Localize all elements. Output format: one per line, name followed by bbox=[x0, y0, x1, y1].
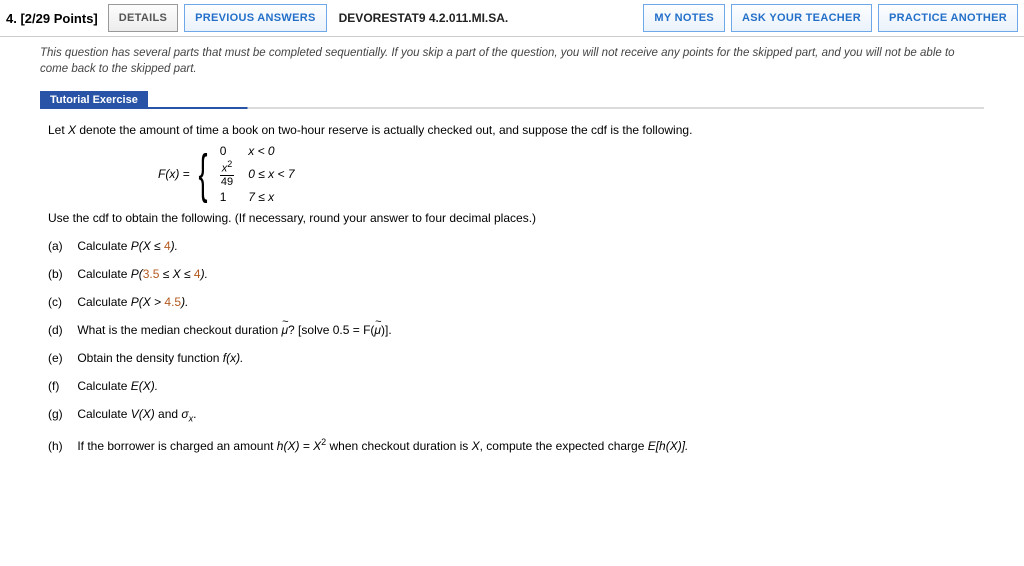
part-h: (h) If the borrower is charged an amount… bbox=[48, 437, 976, 453]
part-c: (c) Calculate P(X > 4.5). bbox=[48, 295, 976, 309]
question-header: 4. [2/29 Points] DETAILS PREVIOUS ANSWER… bbox=[0, 0, 1024, 37]
part-f: (f) Calculate E(X). bbox=[48, 379, 976, 393]
my-notes-button[interactable]: MY NOTES bbox=[643, 4, 725, 32]
question-body: This question has several parts that mus… bbox=[0, 37, 1024, 491]
question-number: 4. [2/29 Points] bbox=[6, 11, 98, 26]
part-b: (b) Calculate P(3.5 ≤ X ≤ 4). bbox=[48, 267, 976, 281]
tutorial-tab: Tutorial Exercise bbox=[40, 91, 148, 109]
details-button[interactable]: DETAILS bbox=[108, 4, 178, 32]
source-label: DEVORESTAT9 4.2.011.MI.SA. bbox=[339, 11, 509, 25]
practice-another-button[interactable]: PRACTICE ANOTHER bbox=[878, 4, 1018, 32]
pw-lhs: F(x) = bbox=[158, 167, 190, 181]
previous-answers-button[interactable]: PREVIOUS ANSWERS bbox=[184, 4, 327, 32]
piecewise-function: F(x) = { 0 x < 0 x2 49 0 ≤ bbox=[158, 143, 976, 205]
stem-line-1: Let X denote the amount of time a book o… bbox=[48, 123, 976, 137]
part-a: (a) Calculate P(X ≤ 4). bbox=[48, 239, 976, 253]
stem-line-2: Use the cdf to obtain the following. (If… bbox=[48, 211, 976, 225]
left-brace-icon: { bbox=[198, 151, 207, 197]
part-d: (d) What is the median checkout duration… bbox=[48, 323, 976, 337]
pw-cases: 0 x < 0 x2 49 0 ≤ x < 7 1 bbox=[216, 143, 305, 205]
ask-teacher-button[interactable]: ASK YOUR TEACHER bbox=[731, 4, 872, 32]
fraction: x2 49 bbox=[220, 160, 235, 188]
part-g: (g) Calculate V(X) and σx. bbox=[48, 407, 976, 423]
sequential-note: This question has several parts that mus… bbox=[40, 45, 984, 77]
tutorial-section: Tutorial Exercise Let X denote the amoun… bbox=[40, 91, 984, 471]
part-e: (e) Obtain the density function f(x). bbox=[48, 351, 976, 365]
